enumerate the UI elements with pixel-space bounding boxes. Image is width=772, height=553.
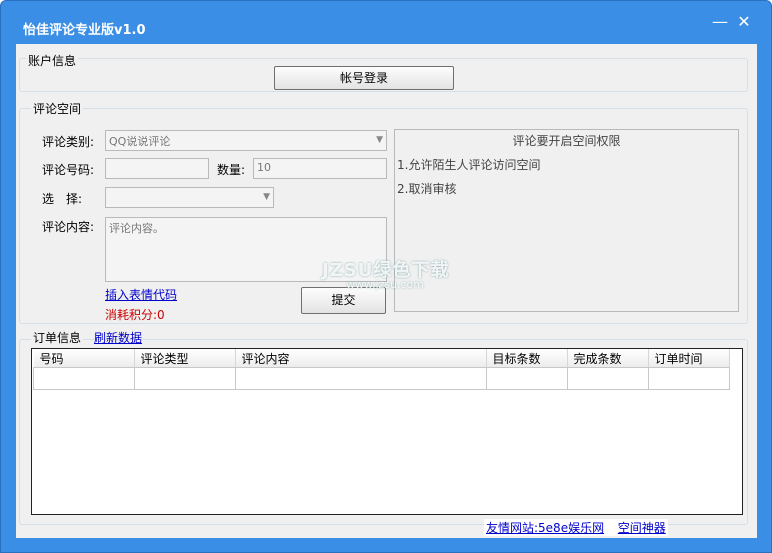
chevron-down-icon: ▼ [263,192,270,202]
permission-title: 评论要开启空间权限 [512,134,621,148]
table-cell [234,367,487,390]
footer-links: 友情网站:5e8e娱乐网 空间神器 [484,519,668,536]
content-label: 评论内容: [42,220,95,234]
app-window: 怡佳评论专业版v1.0 — ✕ 帐号登录 账户信息 评论空间 评论类别: QQ说… [0,0,772,553]
column-header[interactable]: 完成条数 [567,349,649,368]
orders-group-label: 订单信息 [31,329,84,346]
watermark-url: www.jzsu.com [346,278,424,291]
table-cell [485,367,568,390]
permission-item: 2.取消审核 [397,182,457,196]
comment-number-label: 评论号码: [42,163,95,177]
account-group-label: 账户信息 [26,52,79,69]
comment-type-value: QQ说说评论 [109,135,171,148]
chevron-down-icon: ▼ [376,135,383,145]
points-cost-text: 消耗积分:0 [105,308,165,322]
permission-panel: 评论要开启空间权限 1.允许陌生人评论访问空间 2.取消审核 [394,129,739,312]
quantity-input[interactable]: 10 [253,158,387,179]
insert-emoji-link[interactable]: 插入表情代码 [105,286,177,303]
table-header-row: 号码 评论类型 评论内容 目标条数 完成条数 订单时间 [33,349,730,368]
account-group: 帐号登录 [19,58,748,92]
table-row[interactable] [33,367,730,390]
column-header[interactable]: 评论类型 [134,349,236,368]
table-cell [33,367,135,390]
comment-number-input[interactable] [105,158,209,179]
client-area: 帐号登录 账户信息 评论空间 评论类别: QQ说说评论 ▼ 评论号码: 数量: … [16,44,757,538]
choose-label: 选 择: [42,192,83,206]
permission-item: 1.允许陌生人评论访问空间 [397,158,541,172]
comment-group-label: 评论空间 [31,100,84,117]
comment-type-select[interactable]: QQ说说评论 ▼ [105,130,387,151]
submit-button[interactable]: 提交 [301,287,386,314]
space-tool-link[interactable]: 空间神器 [618,521,666,535]
close-button[interactable]: ✕ [735,13,753,31]
column-header[interactable]: 评论内容 [235,349,487,368]
column-header[interactable]: 号码 [33,349,135,368]
minimize-button[interactable]: — [711,13,729,31]
table-cell [647,367,730,390]
refresh-data-link[interactable]: 刷新数据 [94,329,142,346]
comment-type-label: 评论类别: [42,135,95,149]
table-cell [566,367,649,390]
window-title: 怡佳评论专业版v1.0 [23,23,146,38]
quantity-label: 数量: [217,163,246,177]
column-header[interactable]: 目标条数 [486,349,568,368]
column-header[interactable]: 订单时间 [648,349,730,368]
table-cell [133,367,236,390]
orders-table[interactable]: 号码 评论类型 评论内容 目标条数 完成条数 订单时间 [31,348,743,515]
choose-select[interactable]: ▼ [105,187,274,208]
login-button[interactable]: 帐号登录 [274,66,454,90]
friend-site-link[interactable]: 友情网站:5e8e娱乐网 [486,521,604,535]
title-bar[interactable]: 怡佳评论专业版v1.0 — ✕ [1,1,771,41]
